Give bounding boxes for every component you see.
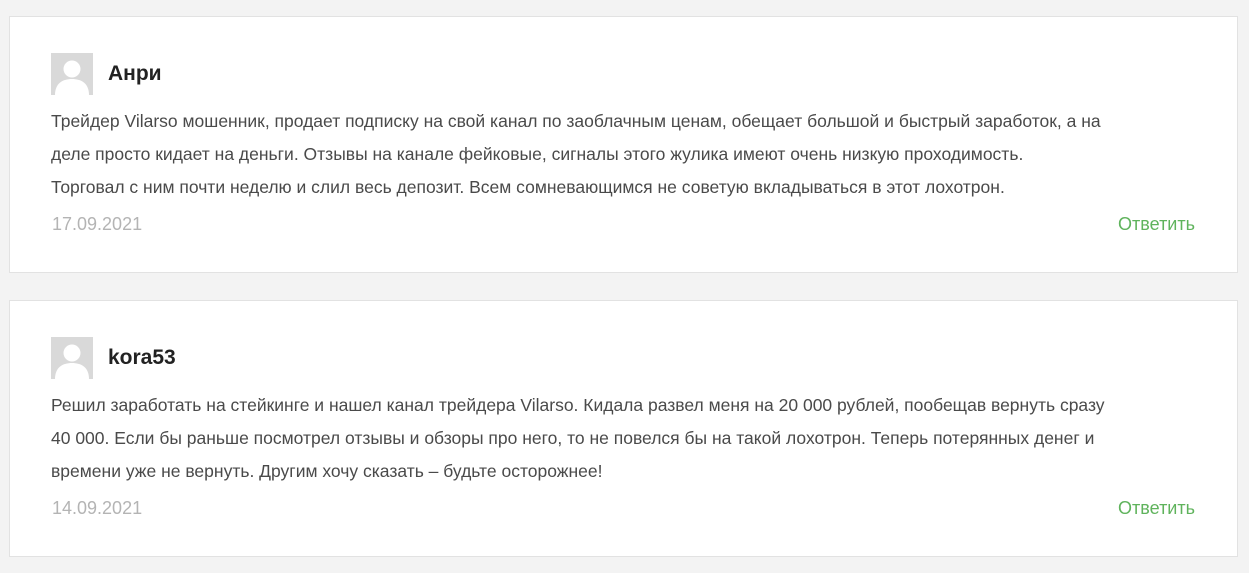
comment-author: Анри xyxy=(108,62,162,85)
comment-text-line: Решил заработать на стейкинге и нашел ка… xyxy=(51,395,1105,415)
avatar xyxy=(51,337,93,379)
comment-text: Решил заработать на стейкинге и нашел ка… xyxy=(51,389,1201,488)
comment-date: 14.09.2021 xyxy=(52,498,143,518)
comment-text-line: времени уже не вернуть. Другим хочу сказ… xyxy=(51,461,603,481)
avatar xyxy=(51,53,93,95)
comment-text-line: 40 000. Если бы раньше посмотрел отзывы … xyxy=(51,428,1095,448)
comment-text-line: Трейдер Vilarso мошенник, продает подпис… xyxy=(51,111,1101,131)
comment-text: Трейдер Vilarso мошенник, продает подпис… xyxy=(51,105,1201,204)
comment-date: 17.09.2021 xyxy=(52,214,143,234)
reply-link[interactable]: Ответить xyxy=(1118,495,1195,521)
comment-card: kora53 Решил заработать на стейкинге и н… xyxy=(9,300,1238,557)
comment-text-line: Торговал с ним почти неделю и слил весь … xyxy=(51,177,1005,197)
comment-text-line: деле просто кидает на деньги. Отзывы на … xyxy=(51,144,1024,164)
comment-card: Анри Трейдер Vilarso мошенник, продает п… xyxy=(9,16,1238,273)
reply-link[interactable]: Ответить xyxy=(1118,211,1195,237)
comment-author: kora53 xyxy=(108,346,176,369)
user-silhouette-icon xyxy=(51,337,93,379)
user-silhouette-icon xyxy=(51,53,93,95)
